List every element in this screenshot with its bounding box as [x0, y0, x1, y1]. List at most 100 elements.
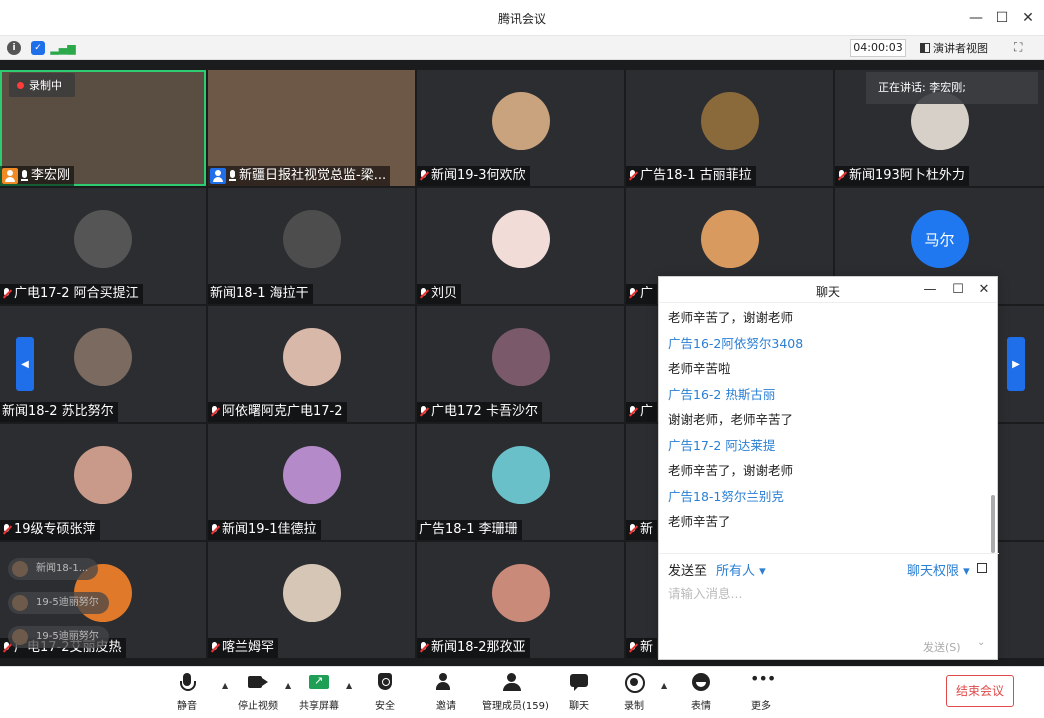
invite-label: 邀请	[436, 701, 456, 712]
avatar	[12, 629, 28, 645]
chat-sender[interactable]: 广告16-2 热斯古丽	[668, 384, 775, 403]
chat-minimize-button[interactable]: —	[921, 281, 939, 299]
avatar: 马尔	[910, 210, 969, 269]
chat-sender[interactable]: 广告16-2阿依努尔3408	[668, 333, 803, 352]
mic-muted-icon	[419, 170, 429, 182]
mic-muted-icon	[628, 642, 638, 654]
chat-panel: 聊天 — ☐ ✕ 老师辛苦了，谢谢老师 广告16-2阿依努尔3408 老师辛苦啦 广告…	[658, 276, 999, 660]
invite-icon	[435, 673, 457, 693]
chevron-up-icon[interactable]: ▲	[661, 681, 667, 690]
participant-name-text: 广电172 卡吾沙尔	[431, 404, 538, 419]
chat-label: 聊天	[569, 701, 589, 712]
participant-name: 广告18-1 古丽菲拉	[626, 166, 756, 186]
participant-tile[interactable]: 新闻18-1 海拉干	[208, 188, 415, 304]
participant-tile[interactable]: 广电17-2 阿合买提江	[0, 188, 206, 304]
participant-tile[interactable]: 新闻18-2那孜亚	[417, 542, 624, 658]
prev-page-button[interactable]: ◀	[16, 337, 34, 391]
avatar	[700, 210, 759, 269]
mic-muted-icon	[419, 406, 429, 418]
participant-tile[interactable]: 新闻19-3何欢欣	[417, 70, 624, 186]
share-button[interactable]: 共享屏幕	[289, 673, 349, 715]
chevron-up-icon[interactable]: ▲	[346, 681, 352, 690]
avatar	[282, 210, 341, 269]
maximize-button[interactable]: ☐	[992, 8, 1012, 28]
avatar	[491, 446, 550, 505]
tencent-meeting-window: 腾讯会议 — ☐ ✕ i ✓ ▂▄▆ 04:00:03 演讲者视图 ⛶ 李宏刚新…	[0, 0, 1044, 718]
more-label: 更多	[751, 701, 771, 712]
shield-icon[interactable]: ✓	[31, 41, 45, 55]
participant-tile[interactable]: 新闻19-1佳德拉	[208, 424, 415, 540]
chat-input[interactable]	[668, 583, 988, 603]
participant-tile[interactable]: 阿依曙阿克广电17-2	[208, 306, 415, 422]
close-button[interactable]: ✕	[1018, 8, 1038, 28]
participant-name: 新	[626, 638, 658, 658]
chat-message: 谢谢老师，老师辛苦了	[668, 412, 794, 427]
chevron-left-icon: ◀	[21, 358, 29, 370]
control-bar: 静音 停止视频 共享屏幕 安全 邀请 管理成员(159) 聊天 录制 表情 更多 ▲ ▲ ▲ ▲	[0, 666, 1044, 718]
mute-button[interactable]: 静音	[157, 673, 217, 715]
participant-tile[interactable]: 19级专硕张萍	[0, 424, 206, 540]
chat-sender[interactable]: 广告17-2 阿达莱提	[668, 435, 775, 454]
reaction-bubble: 新闻18-1...	[8, 558, 99, 580]
minimize-button[interactable]: —	[966, 8, 986, 28]
fullscreen-icon[interactable]: ⛶	[1014, 40, 1028, 54]
send-button[interactable]: 发送(S)	[923, 639, 961, 655]
avatar	[74, 210, 132, 269]
chat-maximize-button[interactable]: ☐	[949, 281, 967, 299]
video-label: 停止视频	[238, 701, 278, 712]
chat-permission-dropdown[interactable]: 聊天权限 ▾	[907, 560, 970, 579]
members-button[interactable]: 管理成员(159)	[482, 673, 549, 715]
chat-button[interactable]: 聊天	[549, 673, 609, 715]
chat-sender[interactable]: 广告18-1努尔兰别克	[668, 486, 784, 505]
record-button[interactable]: 录制	[604, 673, 664, 715]
security-button[interactable]: 安全	[355, 673, 415, 715]
send-options-chevron-icon[interactable]: ⌄	[977, 637, 985, 648]
participant-name-text: 新闻19-1佳德拉	[222, 522, 317, 537]
participant-name: 新闻193阿卜杜外力	[835, 166, 969, 186]
chat-messages[interactable]: 老师辛苦了，谢谢老师 广告16-2阿依努尔3408 老师辛苦啦 广告16-2 热斯古丽…	[659, 303, 999, 553]
avatar	[282, 446, 341, 505]
participant-name-text: 喀兰姆罕	[222, 640, 275, 655]
participant-name-text: 阿依曙阿克广电17-2	[222, 404, 343, 419]
chat-close-button[interactable]: ✕	[975, 281, 993, 299]
participant-tile[interactable]: 广告18-1 李珊珊	[417, 424, 624, 540]
popout-icon[interactable]	[977, 563, 987, 573]
speaking-indicator: 正在讲话: 李宏刚;	[866, 72, 1038, 104]
participant-name-text: 广告18-1 古丽菲拉	[640, 168, 752, 183]
chat-message: 老师辛苦了，谢谢老师	[668, 463, 794, 478]
avatar	[491, 92, 550, 151]
video-button[interactable]: 停止视频	[228, 673, 288, 715]
participant-tile[interactable]: 喀兰姆罕	[208, 542, 415, 658]
end-meeting-button[interactable]: 结束会议	[946, 675, 1014, 707]
mic-muted-icon	[419, 642, 429, 654]
send-to-dropdown[interactable]: 所有人 ▾	[716, 560, 766, 579]
chat-scrollbar[interactable]	[991, 495, 995, 553]
next-page-button[interactable]: ▶	[1007, 337, 1025, 391]
emoji-button[interactable]: 表情	[671, 673, 731, 715]
chevron-up-icon[interactable]: ▲	[222, 681, 228, 690]
signal-icon[interactable]: ▂▄▆	[50, 41, 75, 55]
invite-button[interactable]: 邀请	[416, 673, 476, 715]
chat-header: 聊天 — ☐ ✕	[659, 277, 997, 303]
participant-tile[interactable]: 广电172 卡吾沙尔	[417, 306, 624, 422]
info-icon[interactable]: i	[7, 41, 21, 55]
speaker-view-button[interactable]: 演讲者视图	[920, 39, 988, 57]
participant-name: 新闻18-2那孜亚	[417, 638, 530, 658]
participant-name-text: 新	[640, 522, 654, 537]
participant-name-text: 广	[640, 404, 654, 419]
mic-muted-icon	[419, 288, 429, 300]
avatar	[491, 564, 550, 623]
mic-muted-icon	[837, 170, 847, 182]
mic-muted-icon	[628, 288, 638, 300]
chevron-up-icon[interactable]: ▲	[285, 681, 291, 690]
avatar	[12, 561, 28, 577]
participant-tile[interactable]: 新疆日报社视觉总监-梁...	[208, 70, 415, 186]
participant-tile[interactable]: 刘贝	[417, 188, 624, 304]
info-strip: i ✓ ▂▄▆ 04:00:03 演讲者视图 ⛶	[0, 36, 1044, 60]
participant-tile[interactable]: 广告18-1 古丽菲拉	[626, 70, 833, 186]
participant-name: 新	[626, 520, 658, 540]
avatar	[282, 564, 341, 623]
cohost-icon	[210, 168, 226, 184]
window-title: 腾讯会议	[497, 12, 546, 26]
more-button[interactable]: 更多	[731, 669, 791, 715]
